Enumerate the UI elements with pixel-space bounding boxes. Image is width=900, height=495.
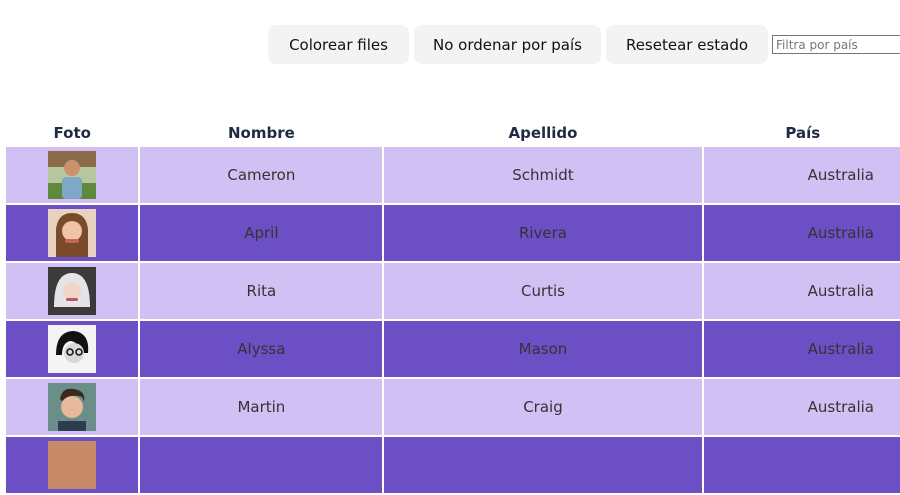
no-sort-by-country-button[interactable]: No ordenar por país — [414, 25, 601, 64]
table-row[interactable]: Cameron Schmidt Australia — [6, 147, 900, 203]
table-header-row: Foto Nombre Apellido País — [6, 114, 900, 145]
first-name-cell: Rita — [140, 263, 383, 319]
header-first-name[interactable]: Nombre — [140, 114, 382, 145]
table-row[interactable]: April Rivera Australia — [6, 205, 900, 261]
users-table: Foto Nombre Apellido País Cameron Schmid… — [4, 112, 900, 495]
user-photo — [48, 325, 97, 373]
table-row[interactable]: Rita Curtis Australia — [6, 263, 900, 319]
last-name-cell: Rivera — [384, 205, 702, 261]
last-name-cell: Mason — [384, 321, 702, 377]
first-name-cell: April — [140, 205, 383, 261]
first-name-cell: Alyssa — [140, 321, 383, 377]
table-row[interactable]: Martin Craig Australia — [6, 379, 900, 435]
user-photo — [48, 383, 97, 431]
photo-cell — [6, 205, 139, 261]
last-name-cell: Craig — [384, 379, 702, 435]
last-name-cell: Schmidt — [384, 147, 702, 203]
country-cell: Australia — [703, 379, 900, 435]
first-name-cell: Cameron — [140, 147, 383, 203]
photo-cell — [6, 263, 139, 319]
country-filter-input[interactable] — [772, 35, 900, 54]
user-photo — [48, 441, 97, 489]
user-photo — [48, 267, 97, 315]
header-country[interactable]: País — [704, 114, 900, 145]
header-last-name[interactable]: Apellido — [384, 114, 701, 145]
country-cell — [703, 437, 900, 493]
country-cell: Australia — [703, 321, 900, 377]
table-row[interactable]: Alyssa Mason Australia — [6, 321, 900, 377]
country-cell: Australia — [703, 205, 900, 261]
table-row[interactable] — [6, 437, 900, 493]
photo-cell — [6, 379, 139, 435]
user-photo — [48, 209, 97, 257]
photo-cell — [6, 437, 139, 493]
user-photo — [48, 151, 97, 199]
country-cell: Australia — [703, 263, 900, 319]
toolbar: Colorear files No ordenar por país Reset… — [268, 25, 900, 64]
photo-cell — [6, 321, 139, 377]
first-name-cell — [140, 437, 383, 493]
color-rows-button[interactable]: Colorear files — [268, 25, 409, 64]
last-name-cell — [384, 437, 702, 493]
country-cell: Australia — [703, 147, 900, 203]
reset-state-button[interactable]: Resetear estado — [606, 25, 768, 64]
photo-cell — [6, 147, 139, 203]
header-photo[interactable]: Foto — [6, 114, 138, 145]
last-name-cell: Curtis — [384, 263, 702, 319]
first-name-cell: Martin — [140, 379, 383, 435]
